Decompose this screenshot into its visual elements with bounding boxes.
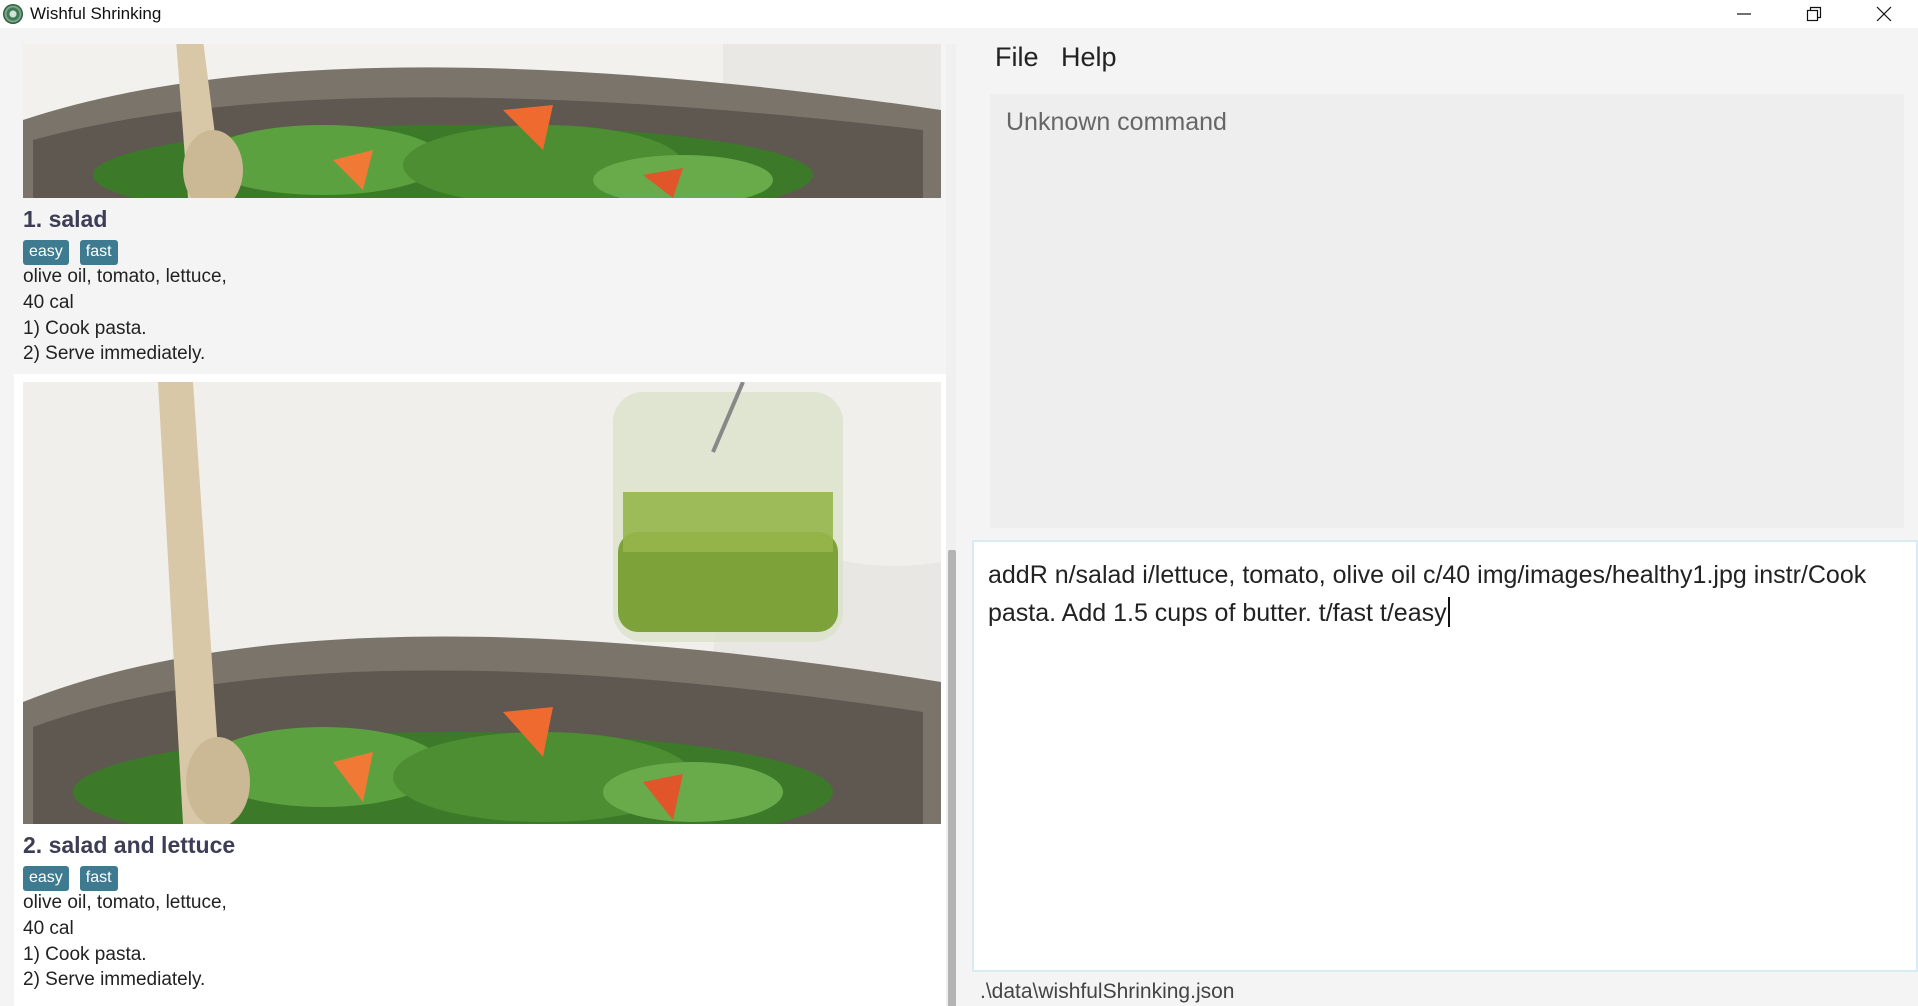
restore-button[interactable]	[1784, 0, 1844, 28]
recipe-calories: 40 cal	[23, 918, 74, 939]
tag-list: easy fast	[23, 866, 118, 891]
close-icon	[1876, 6, 1892, 22]
menu-help[interactable]: Help	[1061, 42, 1117, 73]
minimize-button[interactable]	[1714, 0, 1774, 28]
recipe-card[interactable]: 1. salad easy fast olive oil, tomato, le…	[14, 44, 954, 372]
tag-badge: easy	[23, 866, 69, 891]
scrollbar-thumb[interactable]	[948, 550, 956, 1006]
command-input-value: addR n/salad i/lettuce, tomato, olive oi…	[988, 561, 1867, 627]
recipe-ingredients: olive oil, tomato, lettuce,	[23, 266, 227, 287]
recipe-title: 2. salad and lettuce	[23, 832, 236, 858]
command-input[interactable]: addR n/salad i/lettuce, tomato, olive oi…	[988, 556, 1903, 632]
title-bar: Wishful Shrinking	[0, 0, 1918, 28]
tag-list: easy fast	[23, 240, 118, 265]
recipe-list[interactable]: 1. salad easy fast olive oil, tomato, le…	[14, 44, 954, 1006]
main-panel: File Help Unknown command addR n/salad i…	[970, 28, 1918, 1006]
recipe-instruction: 1) Cook pasta.	[23, 944, 147, 965]
minimize-icon	[1737, 13, 1751, 15]
recipe-image	[23, 382, 941, 824]
tag-badge: fast	[79, 866, 118, 891]
recipe-card[interactable]: 2. salad and lettuce easy fast olive oil…	[14, 374, 954, 1006]
recipe-instruction: 1) Cook pasta.	[23, 318, 147, 339]
tag-badge: easy	[23, 240, 69, 265]
window-title: Wishful Shrinking	[30, 4, 162, 23]
app-logo-icon	[3, 4, 23, 24]
tag-badge: fast	[79, 240, 118, 265]
menu-file[interactable]: File	[995, 42, 1039, 73]
result-display: Unknown command	[990, 94, 1904, 528]
text-caret	[1447, 597, 1450, 627]
restore-icon	[1806, 6, 1822, 22]
result-message: Unknown command	[1006, 108, 1227, 136]
recipe-image	[23, 44, 941, 198]
recipe-calories: 40 cal	[23, 292, 74, 313]
status-bar-save-path: .\data\wishfulShrinking.json	[980, 980, 1235, 1003]
close-button[interactable]	[1854, 0, 1914, 28]
command-input-box[interactable]: addR n/salad i/lettuce, tomato, olive oi…	[972, 540, 1918, 972]
menu-bar: File Help	[970, 28, 1918, 88]
recipe-instruction: 2) Serve immediately.	[23, 343, 206, 364]
recipe-instruction: 2) Serve immediately.	[23, 969, 206, 990]
recipe-title: 1. salad	[23, 206, 108, 232]
recipe-ingredients: olive oil, tomato, lettuce,	[23, 892, 227, 913]
recipe-list-panel: 1. salad easy fast olive oil, tomato, le…	[0, 28, 970, 1006]
